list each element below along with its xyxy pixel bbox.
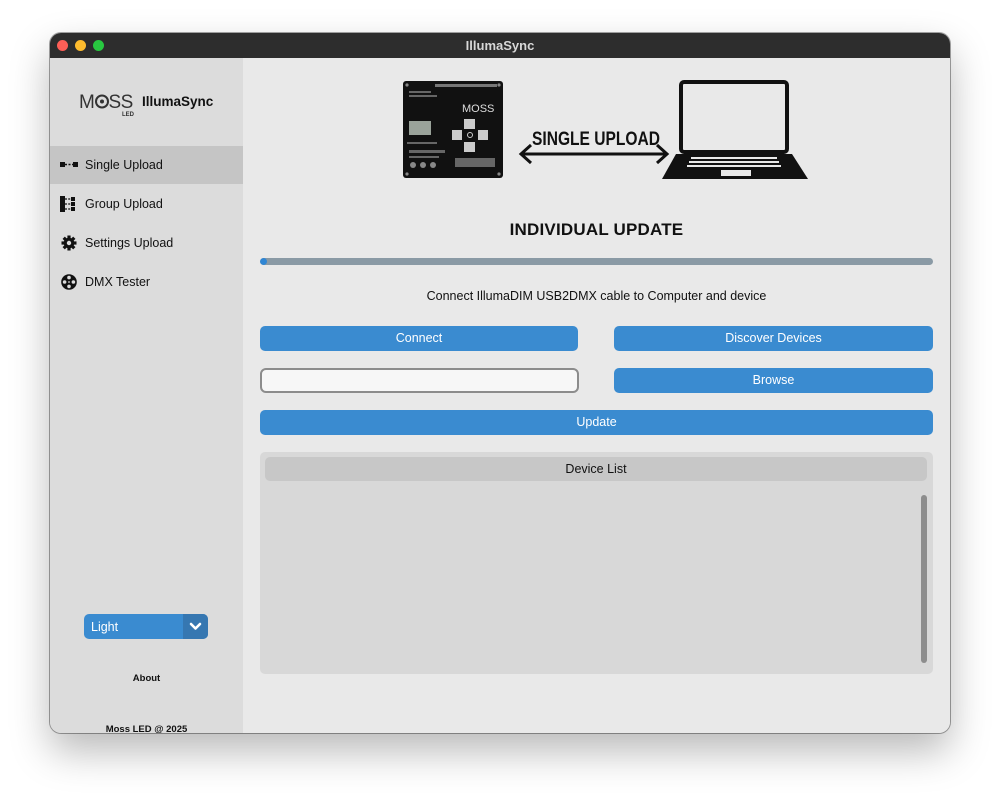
gear-icon xyxy=(61,235,77,251)
update-button[interactable]: Update xyxy=(260,410,933,435)
sidebar: M SS LED IllumaSync Single Upload Group … xyxy=(50,58,243,733)
footer-copyright: Moss LED @ 2025 xyxy=(105,724,188,733)
discover-devices-button[interactable]: Discover Devices xyxy=(614,326,933,351)
laptop-icon xyxy=(662,80,808,179)
group-upload-icon xyxy=(60,196,75,212)
progress-fill xyxy=(260,258,267,265)
film-reel-icon xyxy=(61,274,77,290)
moss-led-logo-icon: M SS LED xyxy=(79,92,135,118)
sidebar-item-group-upload[interactable]: Group Upload xyxy=(50,185,243,223)
app-brand-name: IllumaSync xyxy=(142,94,214,109)
theme-select-value: Light xyxy=(91,620,119,634)
device-list-scrollbar[interactable] xyxy=(921,495,927,663)
page-heading: INDIVIDUAL UPDATE xyxy=(509,220,684,239)
svg-text:MOSS: MOSS xyxy=(462,103,494,115)
hero-arrow-label: SINGLE UPLOAD xyxy=(532,128,660,150)
device-list-header: Device List xyxy=(265,457,927,481)
firmware-file-path-input[interactable] xyxy=(260,368,579,393)
window-title: IllumaSync xyxy=(465,38,535,53)
sidebar-item-label: Group Upload xyxy=(85,197,163,211)
sidebar-item-single-upload[interactable]: Single Upload xyxy=(50,146,243,184)
svg-text:LED: LED xyxy=(122,112,135,118)
sidebar-item-dmx-tester[interactable]: DMX Tester xyxy=(50,263,243,301)
app-window: IllumaSync M SS LED IllumaSync Single Up… xyxy=(50,33,950,733)
sidebar-item-settings-upload[interactable]: Settings Upload xyxy=(50,224,243,262)
theme-select[interactable]: Light xyxy=(84,614,208,639)
device-list[interactable]: Device List xyxy=(260,452,933,674)
sidebar-item-label: DMX Tester xyxy=(85,275,151,289)
title-bar: IllumaSync xyxy=(50,33,950,58)
connect-button[interactable]: Connect xyxy=(260,326,578,351)
sidebar-item-label: Settings Upload xyxy=(85,236,174,250)
theme-dropdown-button[interactable] xyxy=(183,614,208,639)
instruction-text: Connect IllumaDIM USB2DMX cable to Compu… xyxy=(426,289,767,303)
svg-text:M: M xyxy=(79,92,94,113)
dmx-decoder-device: MOSS xyxy=(403,81,503,178)
main-content: MOSS SINGLE UPLOAD INDIVIDUAL UPDATE Con… xyxy=(243,58,950,733)
update-progress-bar xyxy=(260,258,933,265)
sidebar-item-label: Single Upload xyxy=(85,158,163,172)
browse-button[interactable]: Browse xyxy=(614,368,933,393)
chevron-down-icon xyxy=(189,622,202,630)
svg-text:SS: SS xyxy=(109,92,133,113)
single-upload-icon xyxy=(60,162,78,167)
hero-illustration: MOSS SINGLE UPLOAD xyxy=(403,80,808,179)
about-link[interactable]: About xyxy=(50,673,243,684)
